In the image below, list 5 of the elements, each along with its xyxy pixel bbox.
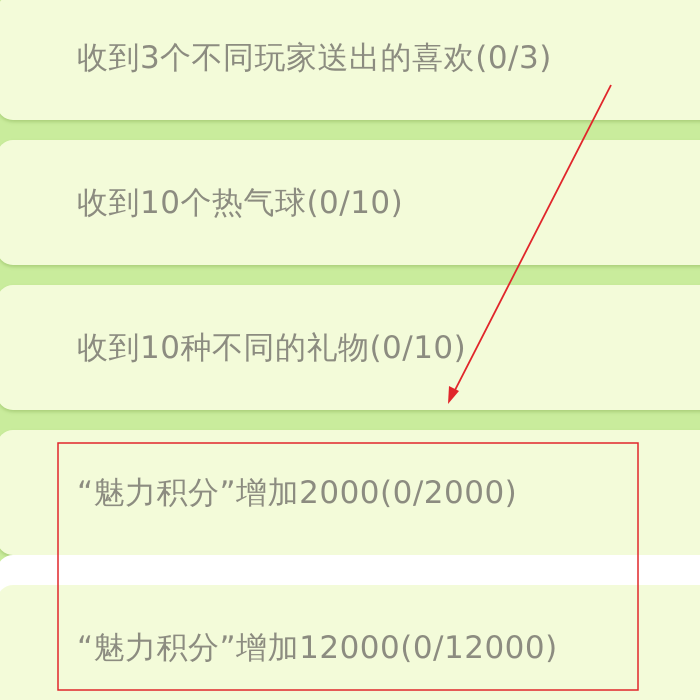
task-text: 收到10个热气球(0/10) bbox=[77, 184, 404, 222]
task-text: 收到3个不同玩家送出的喜欢(0/3) bbox=[77, 38, 552, 78]
task-text: “魅力积分”增加12000(0/12000) bbox=[77, 628, 558, 668]
task-text: 收到10种不同的礼物(0/10) bbox=[77, 328, 466, 368]
task-text: “魅力积分”增加2000(0/2000) bbox=[77, 474, 518, 512]
